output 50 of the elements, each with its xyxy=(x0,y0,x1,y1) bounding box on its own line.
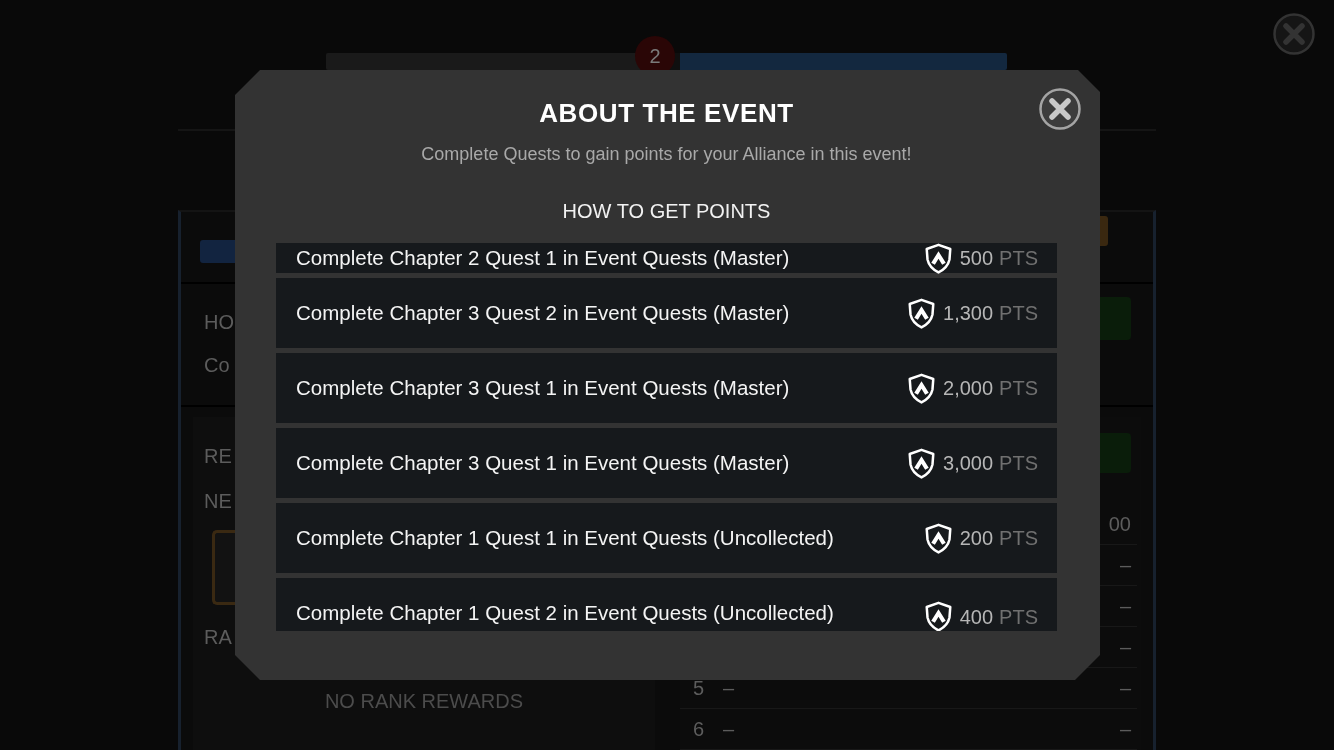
shield-icon xyxy=(908,447,936,479)
reward-card[interactable] xyxy=(212,530,235,605)
points-unit: PTS xyxy=(999,246,1038,270)
task-text: Complete Chapter 3 Quest 1 in Event Quests (Master) xyxy=(296,451,790,475)
points-unit: PTS xyxy=(999,376,1038,400)
player-name: – xyxy=(723,719,735,739)
points-value: 200 xyxy=(959,526,994,550)
points-unit: PTS xyxy=(999,301,1038,325)
dialog-subtitle: Complete Quests to gain points for your Alliance in this event! xyxy=(421,143,912,165)
shield-icon xyxy=(924,522,952,554)
score-value: – xyxy=(1119,719,1131,739)
tab[interactable] xyxy=(200,240,235,263)
rank-number: 5 xyxy=(693,678,706,698)
dialog-title: ABOUT THE EVENT xyxy=(539,98,794,128)
points-value: 400 xyxy=(959,604,994,629)
points-unit: PTS xyxy=(999,451,1038,475)
shield-icon xyxy=(924,243,952,274)
player-name: – xyxy=(723,678,735,698)
action-button[interactable] xyxy=(1100,433,1131,473)
section-heading: HO xyxy=(204,310,234,334)
task-text: Complete Chapter 1 Quest 2 in Event Quests (Uncollected) xyxy=(296,601,834,625)
points-value: 2,000 xyxy=(943,376,994,400)
points-unit: PTS xyxy=(999,604,1038,629)
points-value: 3,000 xyxy=(943,451,994,475)
section-label: NE xyxy=(204,489,232,513)
close-icon[interactable] xyxy=(1273,13,1315,55)
score-value: 00 xyxy=(1108,514,1131,534)
close-button[interactable] xyxy=(1039,88,1081,130)
description-text: Co xyxy=(204,353,230,377)
task-text: Complete Chapter 2 Quest 1 in Event Quests (Master) xyxy=(296,246,790,270)
empty-message: NO RANK REWARDS xyxy=(324,689,524,713)
task-text: Complete Chapter 3 Quest 2 in Event Quests (Master) xyxy=(296,301,790,325)
action-button[interactable] xyxy=(1100,297,1131,340)
emblem-icon xyxy=(1100,216,1108,246)
score-value: – xyxy=(1119,678,1131,698)
section-heading: RE xyxy=(204,444,232,468)
shield-icon xyxy=(924,601,952,631)
shield-icon xyxy=(908,297,936,329)
score-value: – xyxy=(1119,596,1131,616)
rank-number: 6 xyxy=(693,719,706,739)
section-label: RA xyxy=(204,625,232,649)
task-text: Complete Chapter 3 Quest 1 in Event Quests (Master) xyxy=(296,376,790,400)
points-value: 500 xyxy=(959,246,994,270)
task-text: Complete Chapter 1 Quest 1 in Event Quests (Uncollected) xyxy=(296,526,834,550)
points-unit: PTS xyxy=(999,526,1038,550)
score-value: – xyxy=(1119,637,1131,657)
section-title: HOW TO GET POINTS xyxy=(562,199,771,223)
score-value: – xyxy=(1119,555,1131,575)
points-value: 1,300 xyxy=(943,301,994,325)
shield-icon xyxy=(908,372,936,404)
